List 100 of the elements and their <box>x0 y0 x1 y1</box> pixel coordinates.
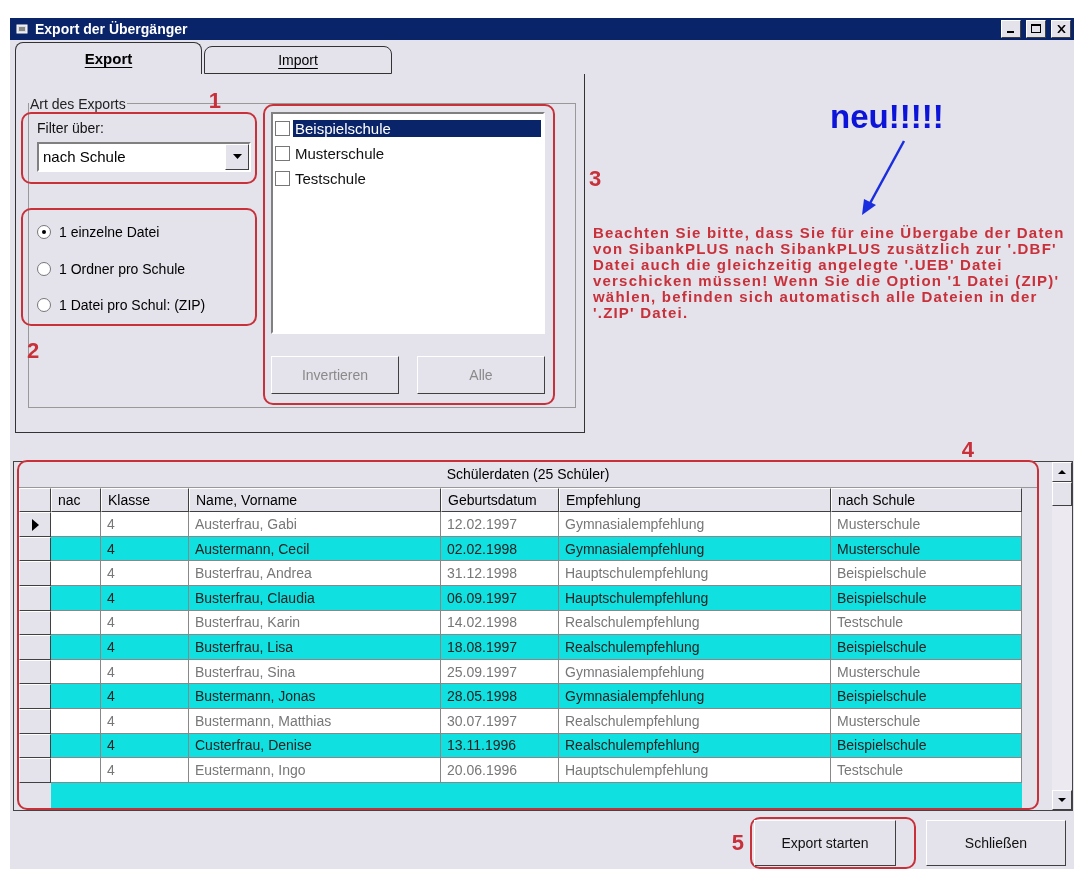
table-cell: Realschulempfehlung <box>559 709 831 734</box>
row-header[interactable] <box>19 512 51 537</box>
close-button[interactable] <box>1051 19 1071 38</box>
table-cell: Testschule <box>831 758 1022 783</box>
annotation-number: 1 <box>208 89 221 112</box>
scroll-down-icon[interactable] <box>1052 790 1072 810</box>
scroll-thumb[interactable] <box>1052 482 1072 506</box>
table-cell: 06.09.1997 <box>441 586 559 611</box>
radio-button[interactable] <box>37 261 51 276</box>
tab[interactable]: Export <box>15 41 202 74</box>
table-cell: Hauptschulempfehlung <box>559 561 831 587</box>
row-header[interactable] <box>19 758 51 783</box>
row-header[interactable] <box>19 684 51 710</box>
window-app-icon <box>16 22 30 35</box>
row-header[interactable] <box>19 536 51 562</box>
maximize-button[interactable] <box>1026 19 1046 38</box>
table-cell <box>51 733 101 759</box>
table-cell: 4 <box>101 659 189 685</box>
table-cell <box>51 561 101 587</box>
table-cell: 25.09.1997 <box>441 659 559 685</box>
annotation-number: 5 <box>731 832 744 854</box>
table-cell: Busterfrau, Sina <box>189 659 441 685</box>
new-badge-text: neu!!!!! <box>830 99 944 133</box>
row-header <box>19 487 51 513</box>
row-header[interactable] <box>19 709 51 734</box>
table-cell: 28.05.1998 <box>441 684 559 710</box>
row-header[interactable] <box>19 659 51 685</box>
table-cell: 31.12.1998 <box>441 561 559 587</box>
radio-option[interactable]: 1 einzelne Datei <box>37 224 255 241</box>
table-cell: 13.11.1996 <box>441 733 559 759</box>
table-cell: Gymnasialempfehlung <box>559 684 831 710</box>
table-cell: Beispielschule <box>831 586 1022 611</box>
table-cell: Beispielschule <box>831 733 1022 759</box>
list-item[interactable]: Beispielschule <box>293 119 541 137</box>
table-cell <box>51 610 101 636</box>
table-cell: Beispielschule <box>831 635 1022 660</box>
table-cell: Busterfrau, Karin <box>189 610 441 636</box>
table-cell <box>51 659 101 685</box>
group-title: Art des Exports <box>29 95 127 112</box>
table-cell: Gymnasialempfehlung <box>559 659 831 685</box>
tab[interactable]: Import <box>204 45 392 74</box>
table-cell: Hauptschulempfehlung <box>559 758 831 783</box>
column-header[interactable]: Empfehlung <box>559 487 831 513</box>
window-title: Export der Übergänger <box>35 20 189 37</box>
table-cell <box>51 758 101 783</box>
row-header[interactable] <box>19 733 51 759</box>
table-cell: Austerfrau, Gabi <box>189 512 441 537</box>
checkbox[interactable] <box>275 120 290 136</box>
table-cell: Bustermann, Matthias <box>189 709 441 734</box>
table-cell: 4 <box>101 610 189 636</box>
radio-button[interactable] <box>37 298 51 313</box>
export-start-button[interactable]: Export starten <box>754 820 896 866</box>
column-header[interactable]: nac <box>51 487 101 513</box>
maximize-icon[interactable] <box>1031 24 1041 34</box>
radio-option[interactable]: 1 Ordner pro Schule <box>37 260 255 277</box>
table-cell: Eustermann, Ingo <box>189 758 441 783</box>
table-cell: Realschulempfehlung <box>559 733 831 759</box>
checkbox[interactable] <box>275 170 290 186</box>
table-cell: Gymnasialempfehlung <box>559 536 831 562</box>
table-cell: Austermann, Cecil <box>189 536 441 562</box>
scroll-up-icon[interactable] <box>1052 462 1072 482</box>
list-item[interactable]: Musterschule <box>293 144 541 162</box>
close-dialog-button[interactable]: Schließen <box>926 820 1066 866</box>
table-cell: Busterfrau, Lisa <box>189 635 441 660</box>
table-cell: 14.02.1998 <box>441 610 559 636</box>
close-icon[interactable] <box>1056 24 1066 33</box>
table-cell: 4 <box>101 586 189 611</box>
filter-dropdown[interactable]: nach Schule <box>37 141 251 172</box>
table-cell <box>51 536 101 562</box>
row-header[interactable] <box>19 610 51 636</box>
radio-option[interactable]: 1 Datei pro Schul: (ZIP) <box>37 297 255 314</box>
table-cell: 30.07.1997 <box>441 709 559 734</box>
column-header[interactable]: Klasse <box>101 487 189 513</box>
table-cell: 4 <box>101 733 189 759</box>
grid-caption: Schülerdaten (25 Schüler) <box>19 462 1037 488</box>
column-header[interactable]: Geburtsdatum <box>441 487 559 513</box>
row-header[interactable] <box>19 586 51 611</box>
table-cell: Testschule <box>831 610 1022 636</box>
column-header[interactable]: Name, Vorname <box>189 487 441 513</box>
vertical-scrollbar[interactable] <box>1052 462 1072 810</box>
table-cell: Realschulempfehlung <box>559 635 831 660</box>
list-item[interactable]: Testschule <box>293 169 541 187</box>
table-cell: 20.06.1996 <box>441 758 559 783</box>
table-cell: Custerfrau, Denise <box>189 733 441 759</box>
annotation-number: 4 <box>961 439 974 461</box>
row-header[interactable] <box>19 635 51 660</box>
table-cell: Gymnasialempfehlung <box>559 512 831 537</box>
table-cell: 4 <box>101 684 189 710</box>
column-header[interactable]: nach Schule <box>831 487 1022 513</box>
radio-button[interactable] <box>37 225 51 240</box>
minimize-button[interactable] <box>1001 19 1021 38</box>
table-cell <box>51 684 101 710</box>
row-header[interactable] <box>19 561 51 587</box>
table-cell: Musterschule <box>831 709 1022 734</box>
table-cell: 4 <box>101 635 189 660</box>
checkbox[interactable] <box>275 145 290 161</box>
table-cell <box>51 709 101 734</box>
table-cell <box>51 586 101 611</box>
annotation-number: 3 <box>589 167 602 190</box>
filter-label: Filter über: <box>37 119 105 136</box>
